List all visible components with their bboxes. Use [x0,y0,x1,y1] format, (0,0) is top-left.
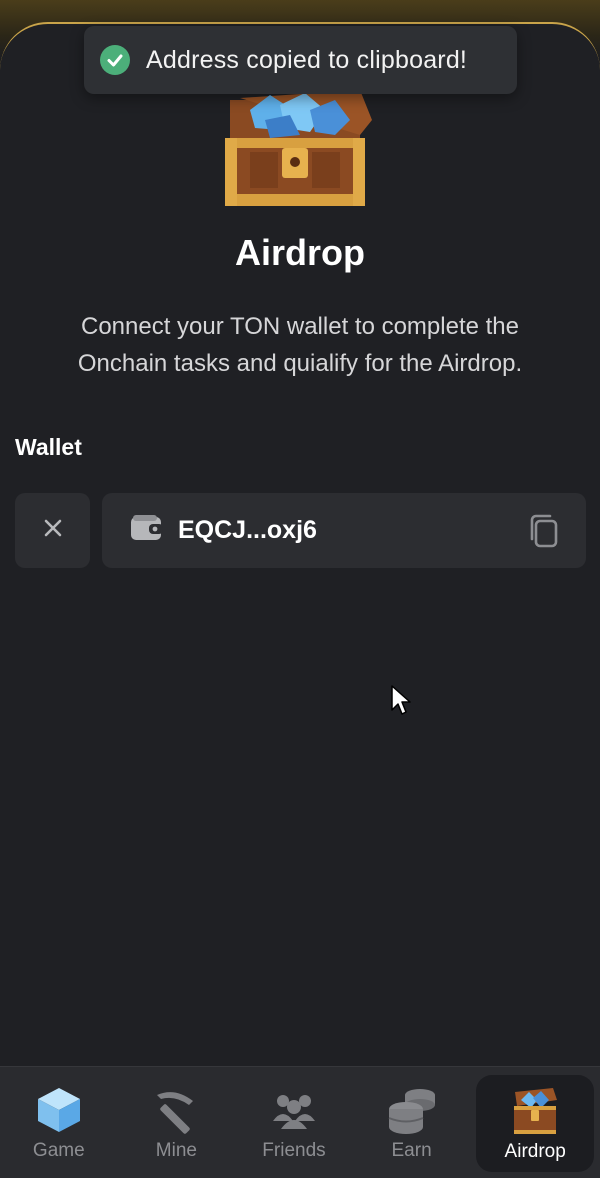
bottom-navigation: Game Mine Friends Earn Airdrop [0,1066,600,1178]
mouse-cursor-icon [390,684,412,721]
nav-label: Airdrop [504,1140,566,1162]
cube-icon [36,1084,82,1136]
check-circle-icon [100,45,130,75]
nav-item-earn[interactable]: Earn [353,1067,471,1178]
pickaxe-icon [151,1084,201,1136]
wallet-address: EQCJ...oxj6 [178,516,317,544]
disconnect-wallet-button[interactable] [15,493,90,568]
wallet-address-field[interactable]: EQCJ...oxj6 [102,493,586,568]
treasure-chest-icon [509,1085,561,1137]
coins-icon [386,1084,438,1136]
wallet-icon [130,514,164,547]
wallet-section-label: Wallet [15,434,82,460]
nav-label: Earn [391,1139,432,1161]
toast-notification: Address copied to clipboard! [84,26,517,94]
treasure-chest-icon [210,90,380,210]
nav-item-game[interactable]: Game [0,1067,118,1178]
page-description: Connect your TON wallet to complete the … [77,313,523,377]
friends-icon [269,1084,319,1136]
nav-label: Friends [262,1139,326,1161]
nav-item-airdrop[interactable]: Airdrop [476,1075,594,1172]
page-title: Airdrop [235,232,365,273]
close-icon [43,518,63,543]
nav-item-mine[interactable]: Mine [118,1067,236,1178]
toast-message: Address copied to clipboard! [146,45,468,74]
nav-label: Game [32,1139,85,1161]
nav-item-friends[interactable]: Friends [235,1067,353,1178]
copy-icon[interactable] [528,513,560,549]
nav-label: Mine [155,1139,197,1161]
